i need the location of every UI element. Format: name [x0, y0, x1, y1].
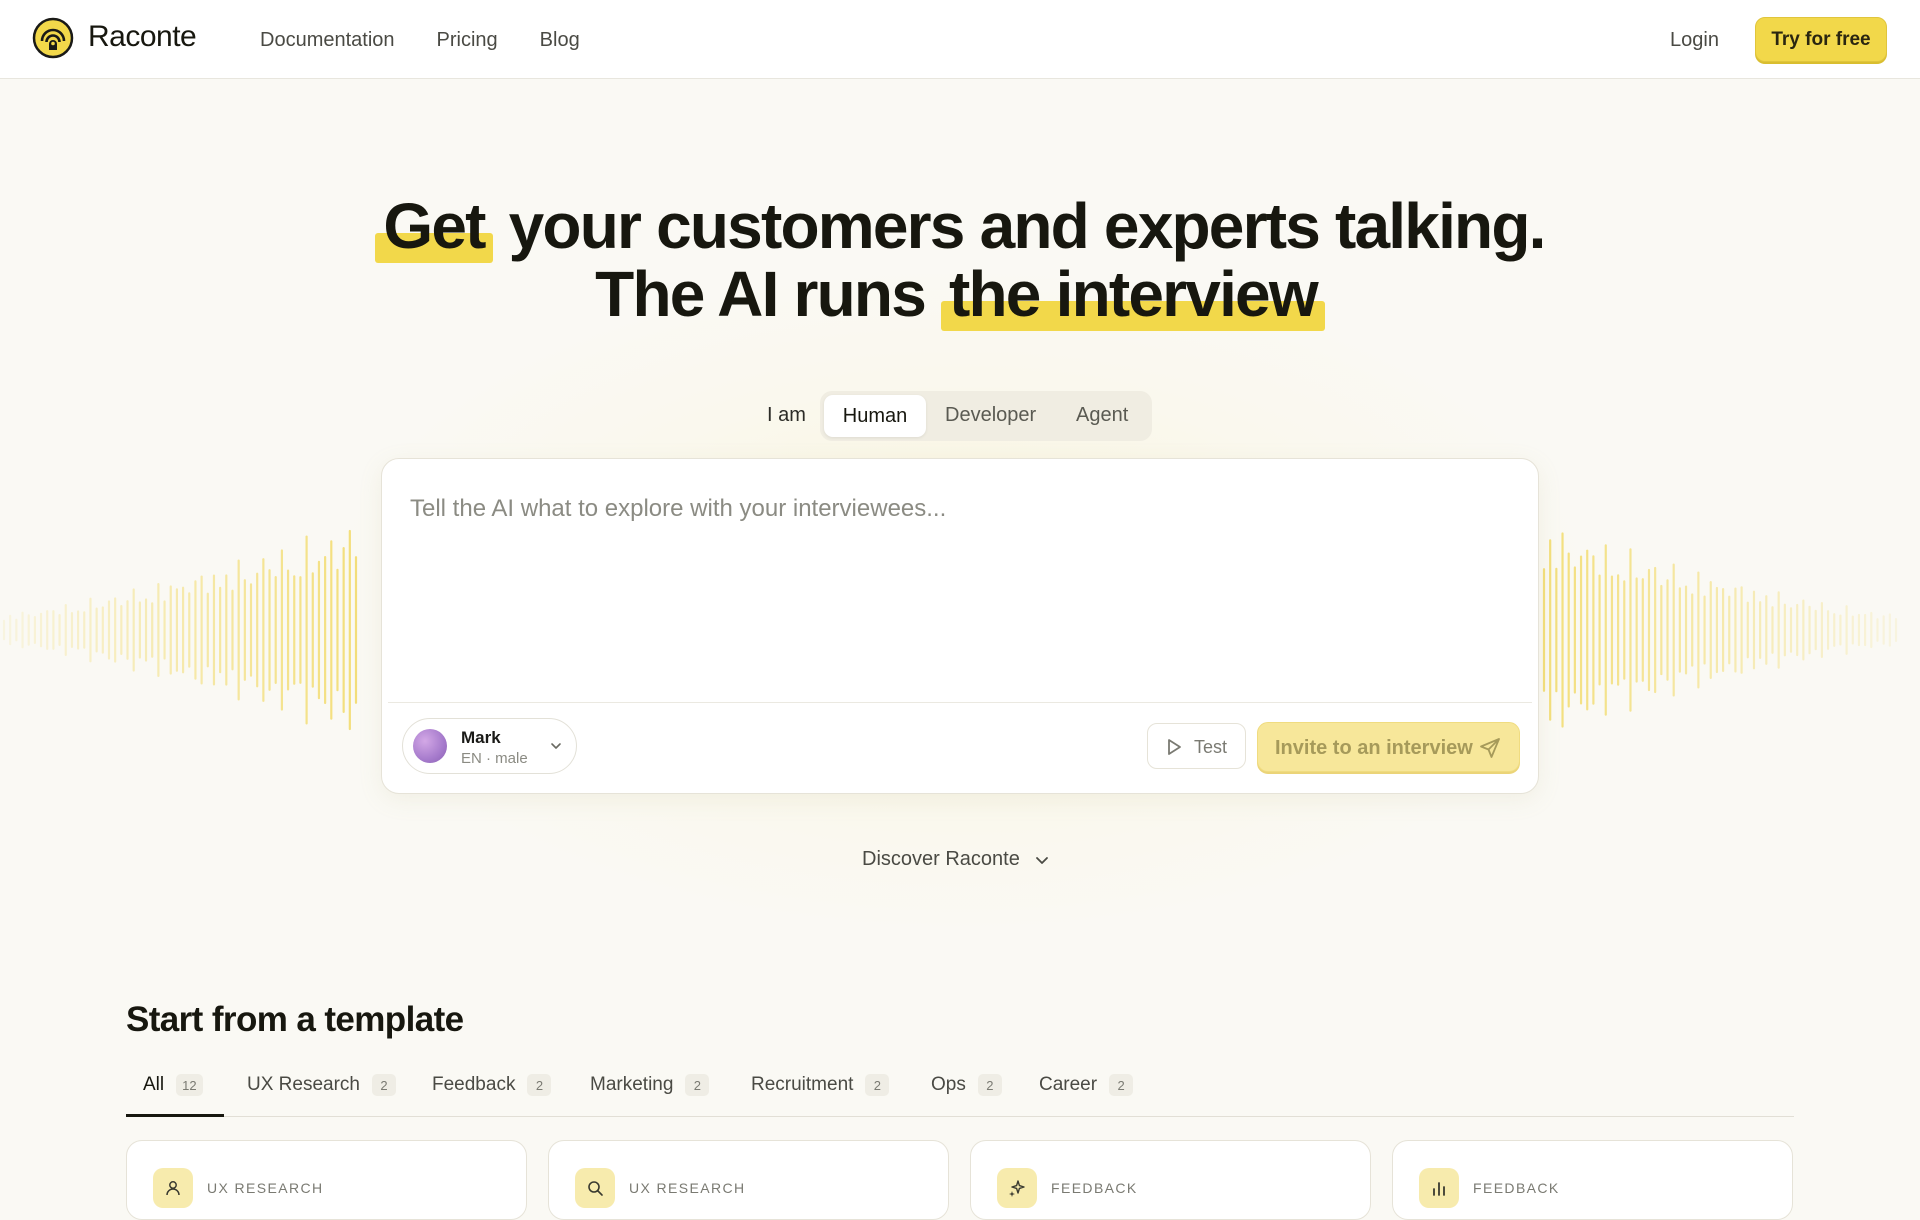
template-card[interactable]: FEEDBACK — [1392, 1140, 1793, 1220]
role-option-agent[interactable]: Agent — [1076, 404, 1128, 427]
play-icon — [1168, 739, 1181, 755]
raconte-logo-icon[interactable] — [32, 17, 74, 59]
tab-label: UX Research — [247, 1074, 360, 1095]
tab-all[interactable]: All 12 — [143, 1074, 203, 1096]
invite-button-label: Invite to an interview — [1275, 737, 1473, 759]
tab-ops[interactable]: Ops 2 — [931, 1074, 1002, 1096]
chevron-down-icon — [551, 743, 561, 749]
headline-line-2: The AI runs the interview — [0, 258, 1920, 331]
tab-count: 2 — [977, 1074, 1002, 1096]
tab-count: 2 — [372, 1074, 396, 1096]
tab-count: 2 — [685, 1074, 710, 1096]
template-icon-badge — [575, 1168, 615, 1208]
template-icon-badge — [153, 1168, 193, 1208]
login-link[interactable]: Login — [1670, 29, 1719, 52]
nav-blog[interactable]: Blog — [540, 29, 580, 52]
tab-label: Marketing — [590, 1074, 674, 1095]
audio-waveform-right — [1542, 532, 1898, 728]
main-nav: Documentation Pricing Blog — [260, 29, 580, 52]
nav-documentation[interactable]: Documentation — [260, 29, 395, 52]
bar-chart-icon — [1433, 1182, 1445, 1196]
role-option-human[interactable]: Human — [824, 395, 926, 437]
voice-language-gender: EN · male — [461, 750, 528, 767]
template-card[interactable]: UX RESEARCH — [126, 1140, 527, 1220]
try-for-free-button[interactable]: Try for free — [1755, 17, 1887, 62]
tab-label: All — [143, 1074, 165, 1095]
tab-count: 2 — [865, 1074, 890, 1096]
nav-pricing[interactable]: Pricing — [437, 29, 498, 52]
voice-selector[interactable]: Mark EN · male — [402, 718, 577, 774]
tab-ux-research[interactable]: UX Research 2 — [247, 1074, 396, 1096]
voice-avatar — [413, 729, 447, 763]
send-icon — [1480, 738, 1500, 758]
template-icon-badge — [1419, 1168, 1459, 1208]
i-am-label: I am — [767, 404, 806, 426]
tab-count: 2 — [1109, 1074, 1134, 1096]
headline-highlight-interview: the interview — [941, 260, 1325, 331]
interview-prompt-card: Mark EN · male Test Invite to an intervi… — [381, 458, 1539, 794]
test-button[interactable]: Test — [1147, 723, 1246, 769]
tab-label: Recruitment — [751, 1074, 854, 1095]
user-icon — [166, 1181, 180, 1196]
sparkles-icon — [1009, 1180, 1025, 1197]
headline-line-1-rest: your customers and experts talking. — [508, 190, 1547, 262]
test-button-label: Test — [1194, 737, 1228, 757]
template-category-tabs: All 12 UX Research 2 Feedback 2 Marketin… — [126, 1060, 1794, 1117]
headline-line-2-start: The AI runs — [595, 258, 927, 330]
discover-raconte-link[interactable]: Discover Raconte — [862, 848, 1050, 871]
audio-waveform-left — [2, 529, 358, 731]
top-navigation-bar: Raconte Documentation Pricing Blog Login… — [0, 0, 1920, 79]
templates-section-title: Start from a template — [126, 1000, 464, 1039]
tab-recruitment[interactable]: Recruitment 2 — [751, 1074, 890, 1096]
discover-label: Discover Raconte — [862, 848, 1020, 870]
headline-highlight-get: Get — [375, 192, 493, 263]
role-toggle: Human Developer Agent — [820, 391, 1152, 441]
search-icon — [588, 1181, 603, 1196]
tab-count: 2 — [527, 1074, 552, 1096]
interview-prompt-input[interactable] — [410, 495, 1510, 685]
tab-label: Ops — [931, 1074, 966, 1095]
tab-marketing[interactable]: Marketing 2 — [590, 1074, 710, 1096]
role-option-developer[interactable]: Developer — [945, 404, 1036, 427]
template-card[interactable]: FEEDBACK — [970, 1140, 1371, 1220]
active-tab-underline — [126, 1114, 224, 1117]
hero-headline: Get your customers and experts talking. … — [0, 190, 1920, 331]
template-category: FEEDBACK — [1473, 1180, 1560, 1196]
tab-label: Feedback — [432, 1074, 516, 1095]
card-divider — [388, 702, 1532, 703]
template-category: UX RESEARCH — [629, 1180, 746, 1196]
tab-count: 12 — [176, 1074, 203, 1096]
brand-name[interactable]: Raconte — [88, 20, 197, 54]
voice-name: Mark — [461, 728, 501, 747]
chevron-down-icon — [1035, 856, 1048, 864]
template-category: FEEDBACK — [1051, 1180, 1138, 1196]
tab-career[interactable]: Career 2 — [1039, 1074, 1134, 1096]
template-card[interactable]: UX RESEARCH — [548, 1140, 949, 1220]
template-category: UX RESEARCH — [207, 1180, 324, 1196]
invite-to-interview-button[interactable]: Invite to an interview — [1257, 722, 1520, 772]
template-icon-badge — [997, 1168, 1037, 1208]
tab-label: Career — [1039, 1074, 1098, 1095]
headline-line-1: Get your customers and experts talking. — [0, 190, 1920, 263]
tab-feedback[interactable]: Feedback 2 — [432, 1074, 552, 1096]
